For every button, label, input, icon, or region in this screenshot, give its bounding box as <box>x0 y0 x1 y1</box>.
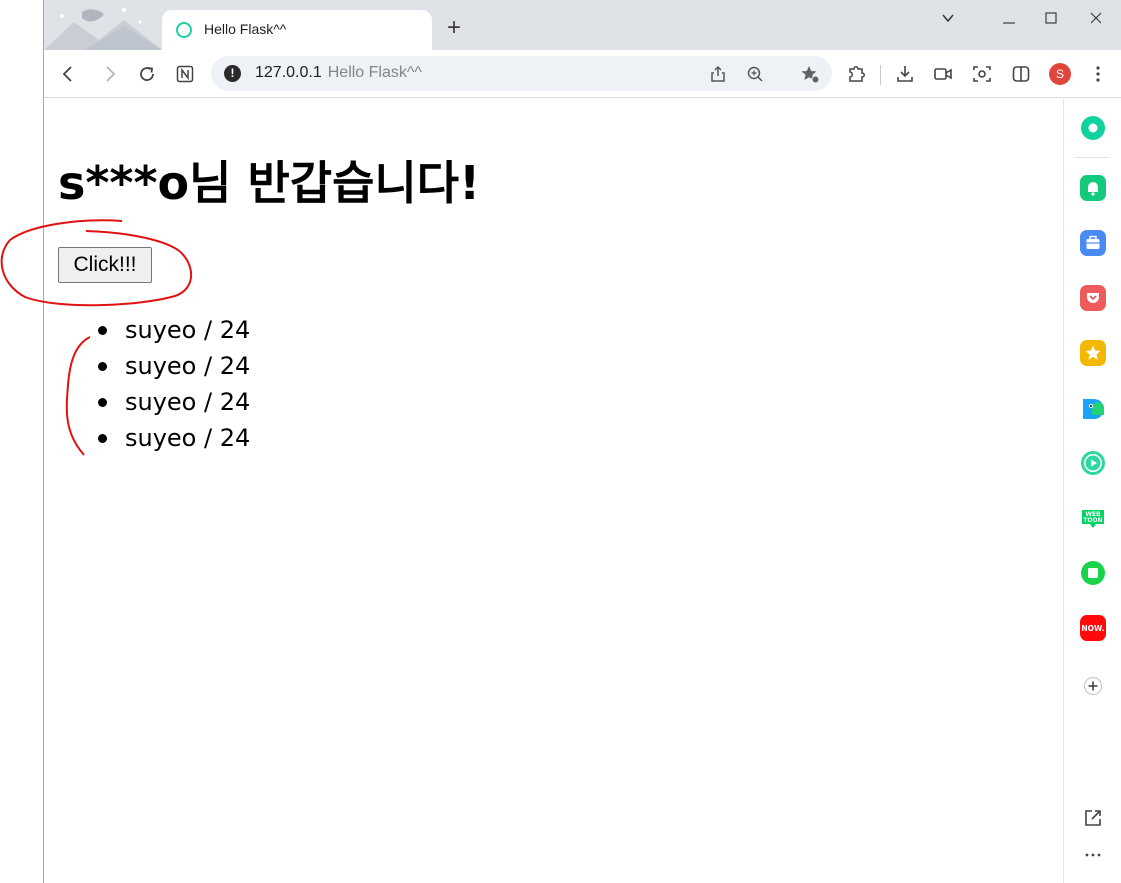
back-icon[interactable] <box>54 60 82 88</box>
svg-text:TOON: TOON <box>1083 517 1102 524</box>
list-item-text: suyeo / 24 <box>125 352 251 380</box>
webtoon-icon[interactable]: WEB TOON <box>1080 505 1106 531</box>
list-item: suyeo / 24 <box>80 312 250 348</box>
bell-icon[interactable] <box>1080 175 1106 201</box>
url-host: 127.0.0.1 <box>255 64 322 81</box>
address-bar[interactable]: ! 127.0.0.1 Hello Flask^^ <box>211 56 832 91</box>
side-panel-divider <box>1074 157 1110 158</box>
download-icon[interactable] <box>891 60 919 88</box>
video-icon[interactable] <box>929 60 957 88</box>
add-icon[interactable] <box>1080 673 1106 699</box>
reload-icon[interactable] <box>133 60 161 88</box>
side-panel: WEB TOON NOW. <box>1063 99 1121 883</box>
click-button[interactable]: Click!!! <box>58 247 152 283</box>
list-item: suyeo / 24 <box>80 384 250 420</box>
svg-text:NOW.: NOW. <box>1081 624 1104 633</box>
external-link-icon[interactable] <box>1080 805 1106 831</box>
url-page-title: Hello Flask^^ <box>327 64 422 81</box>
screenshot-icon[interactable] <box>968 60 996 88</box>
toolbar-separator <box>880 65 881 85</box>
bullet-icon <box>98 434 107 443</box>
new-tab-button[interactable]: + <box>442 16 466 40</box>
bullet-icon <box>98 326 107 335</box>
page-title: s***o님 반갑습니다! <box>58 156 481 210</box>
whale-icon[interactable] <box>1080 115 1106 141</box>
extensions-icon[interactable] <box>842 60 870 88</box>
minimize-icon[interactable] <box>991 4 1027 32</box>
split-view-icon[interactable] <box>1007 60 1035 88</box>
briefcase-icon[interactable] <box>1080 230 1106 256</box>
share-icon[interactable] <box>707 63 729 85</box>
play-icon[interactable] <box>1080 450 1106 476</box>
now-icon[interactable]: NOW. <box>1080 615 1106 641</box>
close-icon[interactable] <box>1078 4 1114 32</box>
user-list: suyeo / 24 suyeo / 24 suyeo / 24 suyeo /… <box>80 312 250 456</box>
star-icon[interactable] <box>1080 340 1106 366</box>
menu-icon[interactable] <box>1084 60 1112 88</box>
tab-active[interactable]: Hello Flask^^ <box>162 10 432 50</box>
list-item-text: suyeo / 24 <box>125 388 251 416</box>
list-item: suyeo / 24 <box>80 348 250 384</box>
desktop-edge <box>0 0 44 883</box>
list-item-text: suyeo / 24 <box>125 316 251 344</box>
zoom-icon[interactable] <box>744 63 766 85</box>
bullet-icon <box>98 362 107 371</box>
pocket-icon[interactable] <box>1080 285 1106 311</box>
square-icon[interactable] <box>1080 560 1106 586</box>
more-icon[interactable] <box>1080 842 1106 868</box>
browser-window: Hello Flask^^ + ! 127.0.0.1 Hello Flask^… <box>44 0 1121 883</box>
profile-avatar[interactable]: S <box>1049 63 1071 85</box>
list-item: suyeo / 24 <box>80 420 250 456</box>
site-info-icon[interactable]: ! <box>224 65 241 82</box>
bullet-icon <box>98 398 107 407</box>
notion-icon[interactable] <box>171 60 199 88</box>
papago-icon[interactable] <box>1080 395 1106 421</box>
forward-icon[interactable] <box>96 60 124 88</box>
tab-title: Hello Flask^^ <box>204 21 287 37</box>
page-content: s***o님 반갑습니다! Click!!! suyeo / 24 suyeo … <box>44 99 1063 883</box>
bookmark-star-icon[interactable] <box>799 63 821 85</box>
url-text[interactable]: 127.0.0.1 Hello Flask^^ <box>255 64 422 82</box>
tab-strip-decoration <box>44 0 162 50</box>
maximize-icon[interactable] <box>1033 4 1069 32</box>
favicon-icon <box>176 22 192 38</box>
tab-strip: Hello Flask^^ + <box>44 0 1121 50</box>
toolbar: ! 127.0.0.1 Hello Flask^^ S <box>44 50 1121 98</box>
list-item-text: suyeo / 24 <box>125 424 251 452</box>
tab-search-icon[interactable] <box>930 4 966 32</box>
